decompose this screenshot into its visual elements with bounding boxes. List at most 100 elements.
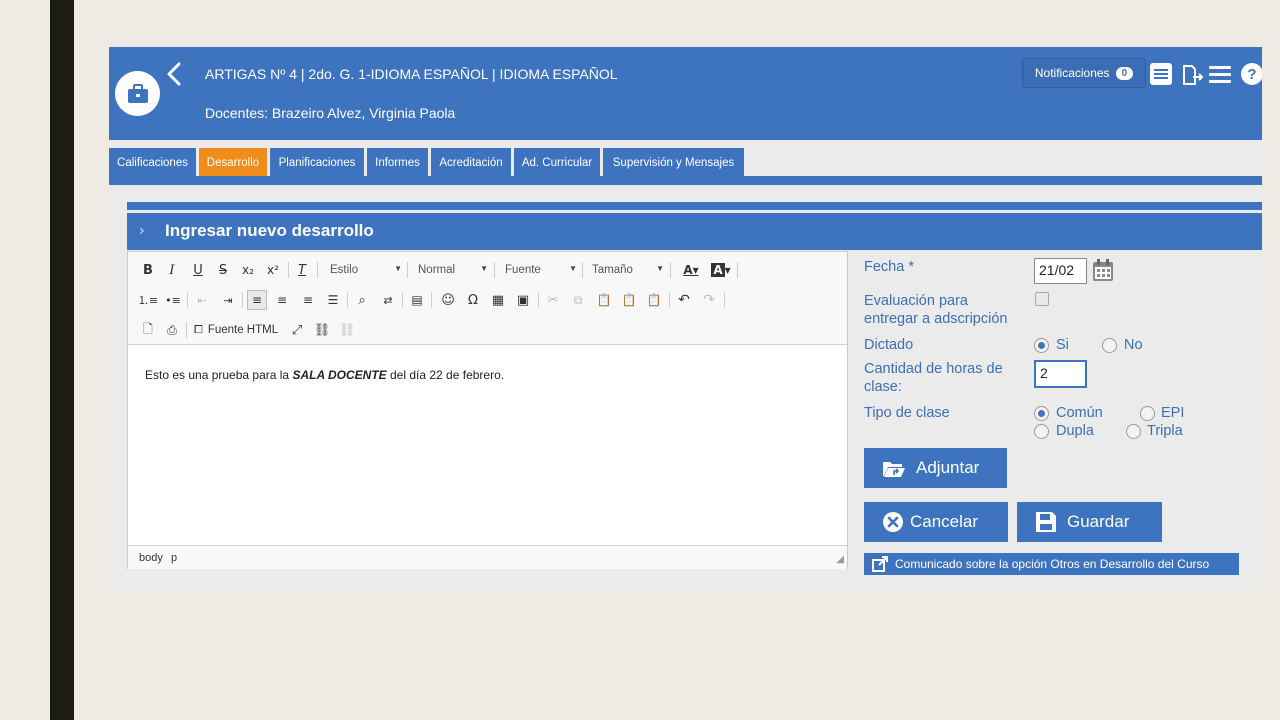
source-html-label: Fuente HTML xyxy=(207,324,279,336)
dictado-label: Dictado xyxy=(864,337,914,353)
tab-desarrollo[interactable]: Desarrollo xyxy=(199,148,267,177)
dictado-no-radio[interactable] xyxy=(1102,338,1117,353)
tab-supervision-mensajes[interactable]: Supervisión y Mensajes xyxy=(603,148,744,177)
style-combo[interactable]: Estilo ▼ xyxy=(330,260,402,280)
remove-format-icon[interactable]: T xyxy=(292,260,312,280)
notifications-label: Notificaciones xyxy=(1034,66,1110,80)
fecha-label: Fecha * xyxy=(864,259,914,275)
panel-header[interactable]: › Ingresar nuevo desarrollo xyxy=(127,213,1262,250)
page-break-icon[interactable]: ▤ xyxy=(407,290,427,310)
horas-label: Cantidad de horas de clase: xyxy=(864,360,1003,396)
dictado-si-radio[interactable] xyxy=(1034,338,1049,353)
tipo-epi-label: EPI xyxy=(1161,405,1185,421)
horas-label-line1: Cantidad de horas de xyxy=(864,361,1003,377)
resize-handle-icon[interactable]: ◢ xyxy=(836,554,844,565)
subscript-icon[interactable]: x₂ xyxy=(238,260,258,280)
paste-icon[interactable]: 📋 xyxy=(594,290,614,310)
print-icon[interactable]: ⎙ xyxy=(162,320,182,340)
smiley-icon[interactable]: ☺ xyxy=(438,290,458,310)
cancel-icon xyxy=(883,512,903,532)
link-icon[interactable]: ⛓ xyxy=(312,320,332,340)
chevron-down-icon: ▼ xyxy=(480,264,488,273)
toolbar-separator xyxy=(242,292,243,308)
calendar-icon[interactable] xyxy=(1092,259,1114,282)
align-center-icon[interactable]: ≡ xyxy=(272,290,292,310)
source-html-button[interactable]: ⧠ Fuente HTML xyxy=(194,320,284,340)
size-combo-label: Tamaño xyxy=(592,264,633,276)
horas-label-line2: clase: xyxy=(864,379,902,395)
tab-informes[interactable]: Informes xyxy=(367,148,428,177)
path-p[interactable]: p xyxy=(171,552,177,564)
guardar-button[interactable]: Guardar xyxy=(1017,502,1162,542)
evaluacion-label-line2: entregar a adscripción xyxy=(864,311,1008,327)
paste-text-icon[interactable]: 📋 xyxy=(619,290,639,310)
back-chevron-icon[interactable] xyxy=(165,61,183,87)
special-char-icon[interactable]: Ω xyxy=(463,290,483,310)
replace-icon[interactable]: ⇄ xyxy=(378,290,398,310)
indent-icon[interactable]: ⇥ xyxy=(218,290,238,310)
table-icon[interactable]: ▦ xyxy=(488,290,508,310)
background-color-icon[interactable]: A ▾ xyxy=(708,260,734,280)
strikethrough-icon[interactable]: S xyxy=(213,260,233,280)
paste-word-icon[interactable]: 📋 xyxy=(644,290,664,310)
unlink-icon[interactable]: ⛓ xyxy=(337,320,357,340)
preview-icon[interactable]: 🗋 xyxy=(138,320,158,340)
path-body[interactable]: body xyxy=(139,552,163,564)
save-icon xyxy=(1036,512,1056,532)
outdent-icon[interactable]: ⇤ xyxy=(192,290,212,310)
evaluacion-label-line1: Evaluación para xyxy=(864,293,968,309)
italic-icon[interactable]: I xyxy=(162,260,182,280)
cancelar-button[interactable]: Cancelar xyxy=(864,502,1008,542)
image-icon[interactable]: ▣ xyxy=(513,290,533,310)
redo-icon[interactable]: ↷ xyxy=(699,290,719,310)
bullet-list-icon[interactable]: •≡ xyxy=(163,290,183,310)
svg-text:?: ? xyxy=(1247,66,1256,83)
export-icon[interactable] xyxy=(1180,62,1204,86)
maximize-icon[interactable]: ⤢ xyxy=(287,320,307,340)
format-combo-label: Normal xyxy=(418,264,456,276)
tab-ad-curricular[interactable]: Ad. Curricular xyxy=(514,148,600,177)
editor-statusbar: body p ◢ xyxy=(128,545,847,569)
menu-icon[interactable] xyxy=(1208,62,1232,86)
text-color-icon[interactable]: A▾ xyxy=(678,260,704,280)
font-combo[interactable]: Fuente ▼ xyxy=(505,260,577,280)
tipo-dupla-label: Dupla xyxy=(1056,423,1094,439)
tab-acreditacion[interactable]: Acreditación xyxy=(431,148,511,177)
bold-icon[interactable]: B xyxy=(138,260,158,280)
tipo-comun-radio[interactable] xyxy=(1034,406,1049,421)
tipo-epi-radio[interactable] xyxy=(1140,406,1155,421)
toolbar-separator xyxy=(669,292,670,308)
tipo-tripla-radio[interactable] xyxy=(1126,424,1141,439)
superscript-icon[interactable]: x² xyxy=(263,260,283,280)
fecha-input[interactable]: 21/02 xyxy=(1034,258,1087,284)
dictado-no-label: No xyxy=(1124,337,1143,353)
tipo-clase-label: Tipo de clase xyxy=(864,405,950,421)
list-icon[interactable] xyxy=(1149,62,1173,86)
evaluacion-checkbox[interactable] xyxy=(1035,292,1049,306)
underline-icon[interactable]: U xyxy=(188,260,208,280)
notifications-button[interactable]: Notificaciones 0 xyxy=(1022,58,1146,88)
align-right-icon[interactable]: ≡ xyxy=(298,290,318,310)
find-icon[interactable]: ⌕ xyxy=(352,290,372,310)
tab-bar: Calificaciones Desarrollo Planificacione… xyxy=(109,148,1262,177)
tab-calificaciones[interactable]: Calificaciones xyxy=(109,148,196,177)
tab-planificaciones[interactable]: Planificaciones xyxy=(270,148,364,177)
undo-icon[interactable]: ↶ xyxy=(674,290,694,310)
editor-content[interactable]: Esto es una prueba para la SALA DOCENTE … xyxy=(145,368,504,382)
toolbar-separator xyxy=(670,262,671,278)
help-icon[interactable]: ? xyxy=(1240,62,1262,86)
copy-icon[interactable]: ⧉ xyxy=(568,290,588,310)
chevron-down-icon: ▼ xyxy=(394,264,402,273)
size-combo[interactable]: Tamaño ▼ xyxy=(592,260,664,280)
toolbar-separator xyxy=(494,262,495,278)
horas-input[interactable]: 2 xyxy=(1034,360,1087,388)
format-combo[interactable]: Normal ▼ xyxy=(418,260,488,280)
align-justify-icon[interactable]: ☰ xyxy=(323,290,343,310)
cut-icon[interactable]: ✂ xyxy=(543,290,563,310)
comunicado-link[interactable]: Comunicado sobre la opción Otros en Desa… xyxy=(864,553,1239,575)
tipo-dupla-radio[interactable] xyxy=(1034,424,1049,439)
content-text-after: del día 22 de febrero. xyxy=(386,368,505,382)
adjuntar-button[interactable]: Adjuntar xyxy=(864,448,1007,488)
numbered-list-icon[interactable]: ⒈≡ xyxy=(138,290,158,310)
align-left-icon[interactable]: ≡ xyxy=(247,290,267,310)
